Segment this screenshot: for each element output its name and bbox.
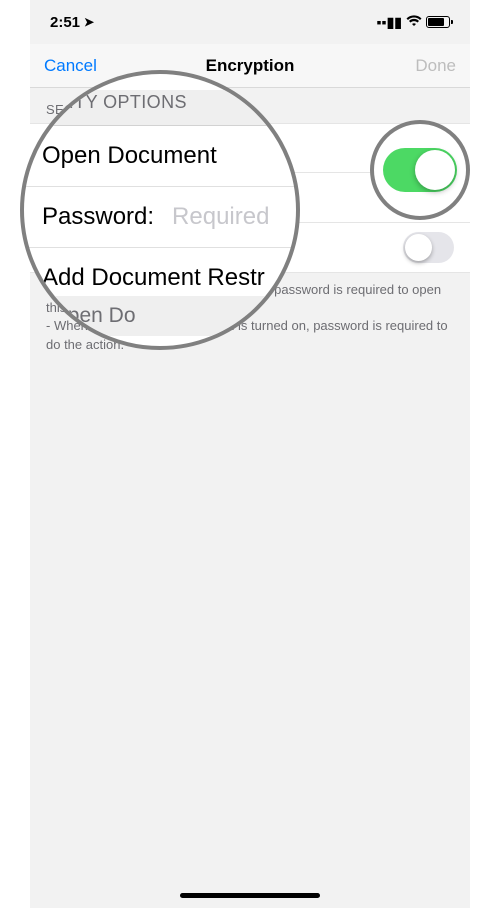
magnifier-toggle	[370, 120, 470, 220]
status-right: ▪▪▮▮	[377, 14, 450, 31]
mag-footer-fragment: "Open Do	[24, 296, 296, 336]
mag-restrictions-label: Add Document Restr	[42, 264, 265, 291]
mag-open-document-toggle	[383, 148, 457, 192]
status-bar: 2:51 ➤ ▪▪▮▮	[30, 0, 470, 44]
mag-password-row: Password: Required	[24, 187, 296, 248]
nav-title: Encryption	[206, 56, 295, 76]
mag-restrictions-row: Add Document Restr	[24, 248, 296, 296]
restrictions-toggle[interactable]	[403, 232, 454, 263]
battery-icon	[426, 16, 450, 28]
cancel-button[interactable]: Cancel	[44, 56, 97, 76]
mag-password-label: Password:	[42, 203, 154, 231]
wifi-icon	[406, 14, 422, 30]
status-time: 2:51	[50, 14, 80, 31]
mag-open-document-row: Open Document	[24, 126, 296, 187]
mag-password-placeholder: Required	[172, 203, 269, 231]
signal-icon: ▪▪▮▮	[377, 14, 402, 31]
done-button[interactable]: Done	[415, 56, 456, 76]
status-left: 2:51 ➤	[50, 14, 94, 31]
location-arrow-icon: ➤	[84, 15, 94, 29]
mag-section-header: JRITY OPTIONS	[24, 90, 296, 126]
home-indicator	[180, 893, 320, 898]
magnifier-main: JRITY OPTIONS Open Document Password: Re…	[20, 70, 300, 350]
mag-open-document-label: Open Document	[42, 142, 217, 170]
